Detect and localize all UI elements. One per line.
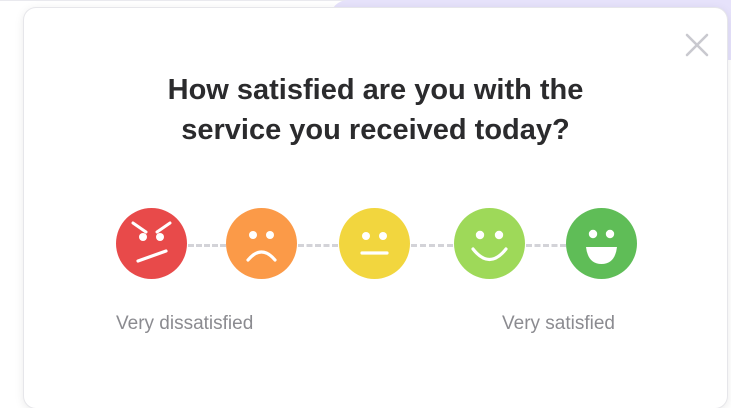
scale-low-label: Very dissatisfied: [116, 313, 254, 334]
survey-question-line-1: How satisfied are you with the: [167, 74, 584, 106]
scale-high-label: Very satisfied: [502, 313, 615, 334]
rating-option-satisfied[interactable]: [454, 208, 525, 279]
rating-option-very-dissatisfied[interactable]: [116, 208, 187, 279]
survey-question-line-2: service you received today?: [181, 114, 570, 146]
rating-option-very-satisfied[interactable]: [566, 208, 637, 279]
frowning-face-icon: [226, 208, 297, 279]
scale-connector: [188, 244, 226, 247]
scale-connector: [298, 244, 338, 247]
neutral-face-icon: [339, 208, 410, 279]
close-button[interactable]: [684, 32, 710, 58]
scale-connector: [411, 244, 453, 247]
scale-connector: [526, 244, 566, 247]
rating-option-dissatisfied[interactable]: [226, 208, 297, 279]
close-x-icon: [685, 33, 709, 57]
rating-option-neutral[interactable]: [339, 208, 410, 279]
survey-question: How satisfied are you with the service y…: [24, 70, 727, 150]
angry-face-icon: [116, 208, 187, 279]
grinning-face-icon: [566, 208, 637, 279]
smiling-face-icon: [454, 208, 525, 279]
